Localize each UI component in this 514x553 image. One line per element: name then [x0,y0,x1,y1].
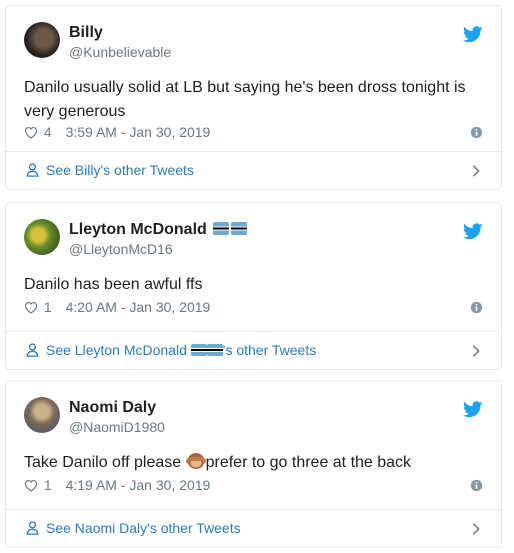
tweet-meta: 4 3:59 AM - Jan 30, 2019 [24,124,483,142]
author-name[interactable]: Naomi Daly [69,399,156,416]
avatar[interactable] [24,397,60,433]
flag-emoji [206,344,223,356]
heart-icon[interactable] [24,479,38,492]
info-icon[interactable] [470,126,483,139]
info-icon[interactable] [470,479,483,492]
avatar[interactable] [24,219,60,255]
tweet-card-billy: Billy @Kunbelievable Danilo usually soli… [5,5,502,190]
tweet-header: Lleyton McDonald @LleytonMcD16 [24,219,483,259]
avatar[interactable] [24,22,60,58]
chevron-right-icon[interactable] [471,344,481,358]
author-handle[interactable]: @LleytonMcD16 [69,241,173,257]
info-icon[interactable] [470,301,483,314]
author-handle[interactable]: @Kunbelievable [69,44,171,60]
author-name-line[interactable]: Billy [69,24,103,42]
person-icon [26,521,39,535]
author-name[interactable]: Billy [69,24,103,41]
author-name-line[interactable]: Naomi Daly [69,399,156,417]
heart-icon[interactable] [24,126,38,139]
tweet-text: Take Danilo off please prefer to go thre… [24,453,412,471]
twitter-bird-icon[interactable] [463,26,483,43]
see-other-tweets-link[interactable]: See Lleyton McDonald 's other Tweets [6,331,501,369]
see-other-tweets-label[interactable]: See Billy's other Tweets [46,162,194,178]
see-other-tweets-link[interactable]: See Naomi Daly's other Tweets [6,509,501,547]
like-count[interactable]: 4 [44,124,52,140]
flag-emoji [231,222,248,235]
see-other-tweets-link[interactable]: See Billy's other Tweets [6,151,501,189]
tweet-text: Danilo has been awful ffs [24,276,203,293]
heart-icon[interactable] [24,301,38,314]
flag-emoji [213,222,230,235]
tweet-text: Danilo usually solid at LB but saying he… [24,79,466,120]
see-other-tweets-label[interactable]: See Naomi Daly's other Tweets [46,520,241,536]
see-other-tweets-label[interactable]: See Lleyton McDonald 's other Tweets [46,342,316,358]
tweet-timestamp[interactable]: 4:20 AM - Jan 30, 2019 [66,299,211,315]
person-icon [26,163,39,177]
author-name-line[interactable]: Lleyton McDonald [69,221,248,239]
tweet-header: Billy @Kunbelievable [24,22,483,62]
tweet-header: Naomi Daly @NaomiD1980 [24,397,483,437]
author-handle[interactable]: @NaomiD1980 [69,419,165,435]
tweet-timestamp[interactable]: 3:59 AM - Jan 30, 2019 [66,124,211,140]
tweet-meta: 1 4:20 AM - Jan 30, 2019 [24,299,483,317]
tweet-timestamp[interactable]: 4:19 AM - Jan 30, 2019 [66,477,211,493]
person-icon [26,343,39,357]
chevron-right-icon[interactable] [471,522,481,536]
like-count[interactable]: 1 [44,477,52,493]
author-name[interactable]: Lleyton McDonald [69,221,207,238]
like-count[interactable]: 1 [44,299,52,315]
twitter-bird-icon[interactable] [463,401,483,418]
flag-emoji [190,344,207,356]
twitter-bird-icon[interactable] [463,223,483,240]
see-no-evil-monkey-emoji [185,453,206,469]
tweet-meta: 1 4:19 AM - Jan 30, 2019 [24,477,483,495]
chevron-right-icon[interactable] [471,164,481,178]
tweet-card-naomi: Naomi Daly @NaomiD1980 Take Danilo off p… [5,380,502,548]
tweet-card-lleyton: Lleyton McDonald @LleytonMcD16 Danilo ha… [5,202,502,370]
